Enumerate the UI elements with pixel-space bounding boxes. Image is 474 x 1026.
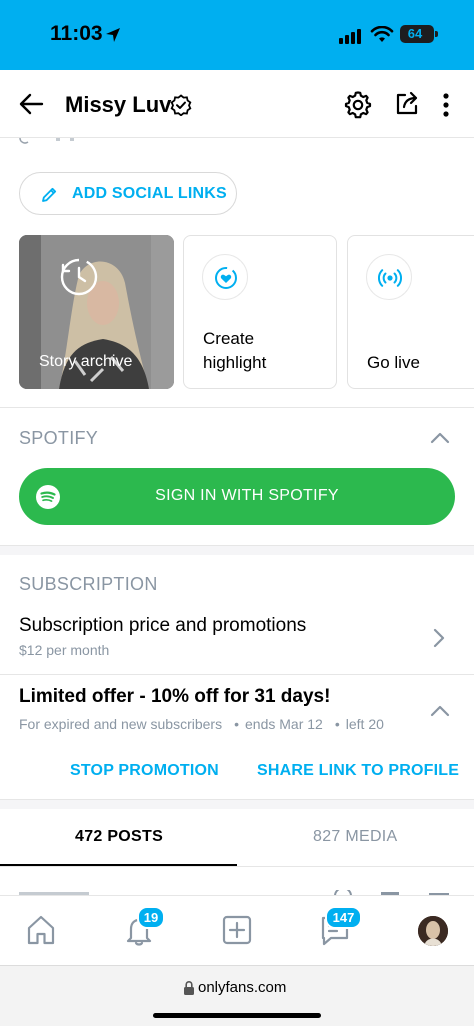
avatar-image	[418, 916, 448, 946]
home-indicator[interactable]	[153, 1013, 321, 1018]
signal-icon	[339, 29, 361, 44]
status-time: 11:03	[50, 22, 103, 45]
offer-title: Limited offer - 10% off for 31 days!	[19, 686, 331, 707]
add-post-icon[interactable]	[221, 914, 253, 946]
create-highlight-label-2: highlight	[203, 353, 267, 372]
wifi-icon	[370, 26, 394, 42]
lock-icon	[184, 981, 194, 995]
tab-media[interactable]: 827 MEDIA	[313, 828, 398, 846]
chevron-up-icon[interactable]	[430, 431, 450, 445]
stop-promotion-button[interactable]: STOP PROMOTION	[70, 762, 219, 780]
broadcast-icon	[378, 269, 402, 287]
verified-badge-icon	[170, 94, 192, 116]
share-link-button[interactable]: SHARE LINK TO PROFILE	[257, 762, 459, 780]
more-vertical-icon[interactable]	[440, 92, 452, 118]
pencil-icon	[42, 187, 57, 202]
add-social-links-button[interactable]: ADD SOCIAL LINKS	[19, 172, 237, 215]
home-icon[interactable]	[25, 914, 57, 946]
create-highlight-icon	[215, 267, 237, 289]
separator-dot: •	[234, 716, 240, 732]
battery-icon: 64	[400, 25, 434, 43]
go-live-icon-wrap	[366, 254, 412, 300]
divider	[0, 545, 474, 546]
divider	[0, 799, 474, 800]
partially-hidden-text	[19, 138, 74, 144]
go-live-card[interactable]: Go live	[347, 235, 474, 389]
create-highlight-card[interactable]: Create highlight	[183, 235, 337, 389]
offer-ends: ends Mar 12	[245, 716, 323, 732]
url-text: onlyfans.com	[198, 979, 287, 996]
offer-left: left 20	[345, 716, 384, 732]
spotify-section-title: SPOTIFY	[19, 428, 99, 448]
offer-meta: For expired and new subscribers • ends Mar…	[19, 716, 390, 732]
tab-posts[interactable]: 472 POSTS	[75, 828, 163, 846]
chevron-right-icon[interactable]	[432, 627, 446, 649]
story-archive-card[interactable]: Story archive	[19, 235, 174, 389]
divider	[0, 674, 474, 675]
messages-badge: 147	[325, 906, 362, 929]
status-bar: 11:03 64	[0, 0, 474, 70]
add-social-links-label: ADD SOCIAL LINKS	[72, 185, 227, 202]
sign-in-spotify-button[interactable]: SIGN IN WITH SPOTIFY	[19, 468, 455, 525]
browser-url-bar[interactable]: onlyfans.com	[0, 965, 474, 1026]
separator-dot: •	[334, 716, 340, 732]
profile-header: Missy Luv	[0, 70, 474, 138]
create-highlight-icon-wrap	[202, 254, 248, 300]
offer-audience: For expired and new subscribers	[19, 716, 223, 732]
create-highlight-label-1: Create	[203, 329, 255, 348]
go-live-label: Go live	[367, 353, 420, 372]
gear-icon[interactable]	[344, 91, 372, 119]
divider	[0, 866, 474, 867]
avatar[interactable]	[418, 916, 448, 946]
subscription-section-title: SUBSCRIPTION	[19, 574, 158, 594]
section-gap	[0, 545, 474, 555]
page-title: Missy Luv	[65, 92, 172, 117]
battery-level: 64	[407, 26, 423, 41]
subscription-price-value: $12 per month	[19, 642, 110, 658]
location-arrow-icon	[106, 28, 120, 42]
section-gap	[0, 799, 474, 809]
story-archive-icon	[60, 258, 98, 296]
back-arrow-icon[interactable]	[18, 92, 44, 116]
story-archive-label: Story archive	[39, 353, 133, 370]
subscription-price-title: Subscription price and promotions	[19, 615, 307, 636]
sign-in-spotify-label: SIGN IN WITH SPOTIFY	[155, 487, 339, 504]
share-icon[interactable]	[394, 91, 420, 117]
notifications-badge: 19	[137, 906, 165, 929]
battery-cap	[435, 31, 438, 37]
divider	[0, 407, 474, 408]
chevron-up-icon[interactable]	[430, 704, 450, 718]
bottom-navigation: 19 147	[0, 895, 474, 965]
